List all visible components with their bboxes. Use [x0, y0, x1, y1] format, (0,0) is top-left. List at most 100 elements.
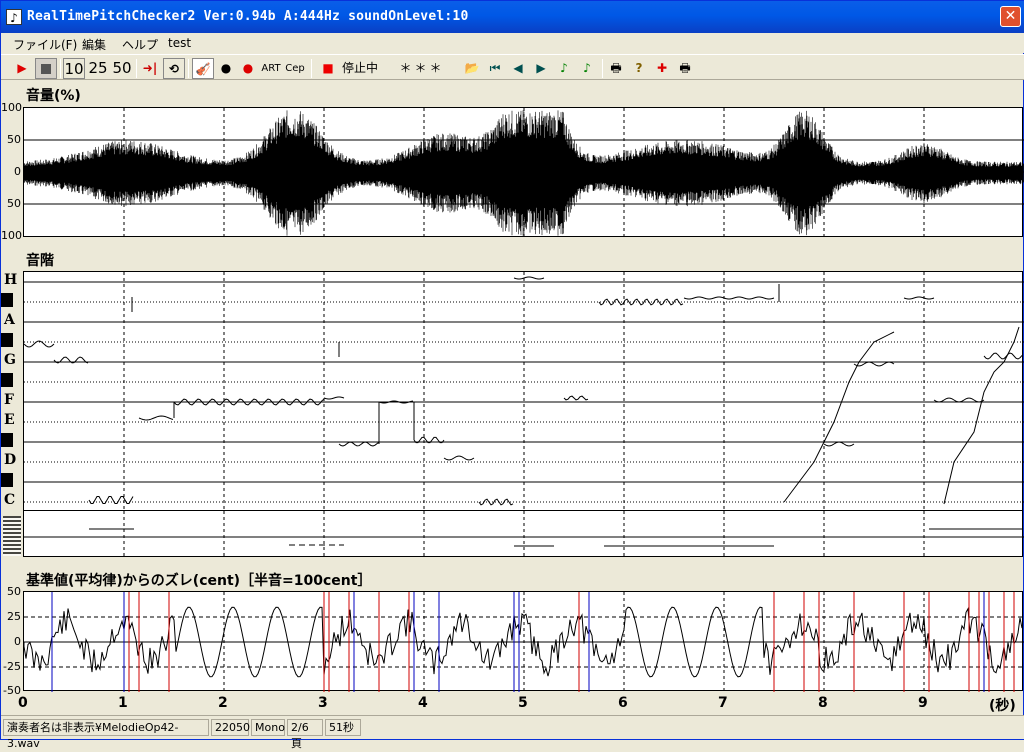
pitch-trace	[513, 276, 545, 280]
menu-test[interactable]: test	[168, 36, 191, 50]
person-red-icon[interactable]: ●	[237, 58, 259, 79]
speed-25-button[interactable]: 25	[87, 58, 109, 79]
note-label-c: C	[4, 492, 16, 508]
x-tick: 7	[718, 695, 728, 711]
note-label-d: D	[4, 452, 17, 468]
waveform-plot	[24, 108, 1024, 238]
menu-help[interactable]: ヘルプ	[122, 36, 158, 53]
pitch-trace	[138, 415, 174, 421]
x-tick: 9	[918, 695, 928, 711]
crosshair-icon[interactable]: ✚	[651, 58, 673, 79]
speed-50-button[interactable]: 50	[111, 58, 133, 79]
black-key	[1, 433, 13, 447]
pitch-trace	[598, 298, 684, 306]
waveform-panel	[23, 107, 1024, 238]
pitch-plot	[24, 272, 1024, 512]
volume-ytick: 100	[1, 101, 22, 114]
person-black-icon[interactable]: ●	[215, 58, 237, 79]
x-unit: (秒)	[989, 698, 1016, 714]
note-label-e: E	[4, 412, 15, 428]
octave-strip-plot	[24, 511, 1024, 557]
pitch-trace	[983, 352, 1023, 360]
deviation-panel	[23, 591, 1024, 692]
status-duration: 51秒	[325, 719, 361, 736]
waveform-trace	[24, 110, 1024, 236]
deviation-ytick: 50	[7, 585, 21, 598]
pitch-display: ＊＊＊	[399, 61, 445, 75]
volume-ytick: 0	[14, 165, 21, 178]
record-stop-icon[interactable]: ■	[317, 58, 339, 79]
help-icon[interactable]: ?	[628, 58, 650, 79]
status-label: 停止中	[341, 61, 378, 75]
octave-indicator	[3, 516, 21, 556]
folder-open-icon[interactable]: 📂	[461, 58, 483, 79]
black-key	[1, 373, 13, 387]
menu-file[interactable]: ファイル(F)	[13, 36, 77, 53]
x-tick: 3	[318, 695, 328, 711]
speed-10-button[interactable]: 10	[63, 58, 85, 79]
menu-edit[interactable]: 編集	[82, 36, 106, 53]
x-tick: 8	[818, 695, 828, 711]
note-alt-icon[interactable]: ♪	[576, 58, 598, 79]
deviation-ytick: -25	[3, 660, 21, 673]
pitch-trace	[853, 361, 895, 367]
deviation-title: 基準値(平均律)からのズレ(cent)［半音=100cent］	[26, 573, 372, 589]
app-window: ♪ RealTimePitchChecker2 Ver:0.94b A:444H…	[0, 0, 1024, 750]
print-alt-icon[interactable]: 🖶	[674, 58, 696, 79]
volume-title: 音量(%)	[26, 88, 81, 104]
note-label-f: F	[4, 392, 14, 408]
black-key	[1, 293, 13, 307]
black-key	[1, 473, 13, 487]
close-button[interactable]: ✕	[1000, 6, 1021, 27]
note-label-a: A	[4, 312, 15, 328]
prev-page-icon[interactable]: ◀	[507, 58, 529, 79]
x-tick: 6	[618, 695, 628, 711]
status-rate: 22050	[211, 719, 250, 736]
x-tick: 0	[18, 695, 28, 711]
status-channel: Mono	[251, 719, 285, 736]
play-button[interactable]: ▶	[11, 58, 33, 79]
skip-end-icon[interactable]: ➜|	[139, 58, 161, 79]
art-button[interactable]: ART	[260, 58, 282, 79]
deviation-plot	[24, 592, 1024, 692]
status-page: 2/6頁	[287, 719, 323, 750]
toolbar: ▶ 10 25 50 ➜| ⟲ 🎻 ● ● ART Cep ■ 停止中 ＊＊＊ …	[1, 54, 1024, 80]
black-key	[1, 333, 13, 347]
pitch-trace	[903, 296, 935, 300]
first-page-icon[interactable]: ⏮	[484, 58, 506, 79]
pitch-trace	[778, 284, 1020, 505]
volume-ytick: 50	[7, 197, 21, 210]
volume-ytick: 100	[1, 229, 22, 242]
pitch-trace	[443, 455, 475, 461]
volume-ytick: 50	[7, 133, 21, 146]
status-file: 演奏者名は非表示¥MelodieOp42-3.wav	[3, 719, 209, 750]
stop-icon	[41, 64, 51, 74]
pitch-trace	[933, 397, 985, 403]
cep-button[interactable]: Cep	[284, 58, 306, 79]
next-page-icon[interactable]: ▶	[530, 58, 552, 79]
pitch-trace	[338, 441, 380, 447]
stop-button[interactable]	[35, 58, 57, 79]
music-note-icon: ♪	[6, 9, 22, 25]
title-bar[interactable]: ♪ RealTimePitchChecker2 Ver:0.94b A:444H…	[1, 1, 1024, 33]
scale-title: 音階	[26, 253, 54, 269]
x-tick: 1	[118, 695, 128, 711]
status-bar: 演奏者名は非表示¥MelodieOp42-3.wav 22050 Mono 2/…	[1, 715, 1024, 750]
x-tick: 2	[218, 695, 228, 711]
pitch-trace	[683, 296, 775, 300]
x-tick: 5	[518, 695, 528, 711]
note-label-h: H	[4, 272, 18, 288]
violin-icon[interactable]: 🎻	[192, 58, 214, 79]
pitch-panel	[23, 271, 1024, 512]
print-icon[interactable]: 🖶	[605, 58, 627, 79]
window-title: RealTimePitchChecker2 Ver:0.94b A:444Hz …	[27, 9, 469, 24]
deviation-ytick: 25	[7, 610, 21, 623]
deviation-ytick: 0	[14, 635, 21, 648]
loop-icon[interactable]: ⟲	[163, 58, 185, 79]
x-tick: 4	[418, 695, 428, 711]
menu-bar: ファイル(F) 編集 ヘルプ test	[1, 33, 1024, 53]
pitch-trace	[323, 396, 345, 400]
octave-strip	[23, 511, 1024, 557]
pitch-trace	[823, 441, 855, 447]
note-icon[interactable]: ♪	[553, 58, 575, 79]
